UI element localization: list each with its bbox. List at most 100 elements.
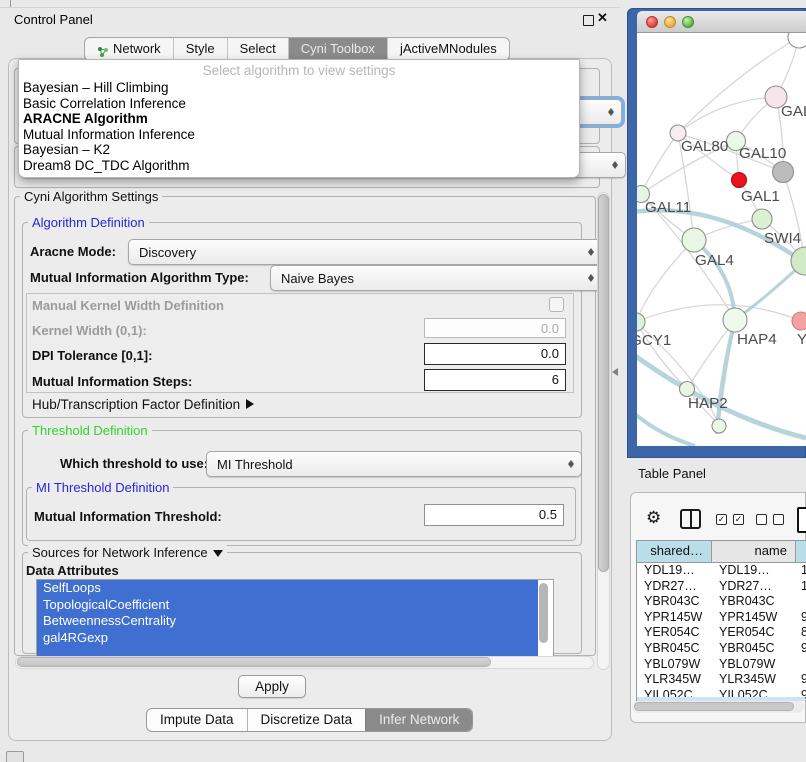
table-cell[interactable]: 8. <box>796 625 806 641</box>
algorithm-option[interactable]: ARACNE Algorithm <box>19 111 579 127</box>
manual-kernel-checkbox[interactable] <box>549 297 564 312</box>
table-panel-title: Table Panel <box>638 466 706 481</box>
mi-type-combo[interactable]: Naive Bayes <box>270 265 602 291</box>
network-node[interactable] <box>712 419 726 433</box>
table-cell[interactable]: YDR27… <box>637 579 712 595</box>
table-row[interactable]: YPR145WYPR145W9. <box>637 610 806 626</box>
table-cell[interactable]: YBR043C <box>712 594 796 610</box>
table-cell[interactable]: YDL19… <box>637 563 712 579</box>
attribute-list-scrollbar[interactable] <box>539 583 548 643</box>
bottom-left-partial-icon[interactable] <box>6 751 24 762</box>
sources-toggle[interactable]: Sources for Network Inference <box>28 545 227 560</box>
threshold-definition-title: Threshold Definition <box>28 423 152 438</box>
table-cell[interactable]: 9. <box>796 610 806 626</box>
table-cell[interactable]: YER054C <box>637 625 712 641</box>
close-traffic-light-icon[interactable] <box>646 16 658 28</box>
table-cell[interactable]: YBR045C <box>712 641 796 657</box>
dpi-tolerance-field[interactable]: 0.0 <box>424 343 566 365</box>
network-node[interactable] <box>682 228 706 252</box>
unchecked-checkbox-icon[interactable] <box>773 514 784 525</box>
table-cell[interactable] <box>796 657 806 673</box>
tab-style[interactable]: Style <box>173 38 227 60</box>
apply-button[interactable]: Apply <box>238 675 306 698</box>
which-threshold-combo[interactable]: MI Threshold <box>206 451 582 477</box>
node-label: Y <box>797 331 806 348</box>
unchecked-checkbox-icon[interactable] <box>756 514 767 525</box>
document-icon[interactable] <box>797 507 806 533</box>
data-attributes-list[interactable]: SelfLoopsTopologicalCoefficientBetweenne… <box>36 579 554 658</box>
algorithm-option[interactable]: Bayesian – K2 <box>19 142 579 158</box>
network-window-titlebar[interactable] <box>637 11 806 33</box>
table-row[interactable]: YBR043CYBR043C <box>637 594 806 610</box>
column-header-extra[interactable] <box>796 541 806 562</box>
table-hscroll-thumb[interactable] <box>634 702 794 711</box>
algorithm-option[interactable]: Bayesian – Hill Climbing <box>19 80 579 96</box>
algorithm-option[interactable]: Mutual Information Inference <box>19 127 579 143</box>
column-header-name[interactable]: name <box>712 541 796 562</box>
table-cell[interactable]: YER054C <box>712 625 796 641</box>
table-row[interactable]: YDR27…YDR27…12 <box>637 579 806 595</box>
table-cell[interactable]: 9. <box>796 672 806 688</box>
table-cell[interactable]: YDR27… <box>712 579 796 595</box>
table-row[interactable]: YBR045CYBR045C9. <box>637 641 806 657</box>
network-node[interactable] <box>732 173 747 188</box>
network-node[interactable] <box>773 162 794 183</box>
settings-vertical-scrollbar-thumb[interactable] <box>598 194 609 572</box>
network-node[interactable] <box>792 312 806 330</box>
table-cell[interactable] <box>796 594 806 610</box>
network-node[interactable] <box>788 33 806 48</box>
table-cell[interactable]: YBL079W <box>637 657 712 673</box>
combo-arrows-icon <box>587 244 596 260</box>
network-node[interactable] <box>752 209 772 229</box>
table-row[interactable]: YBL079WYBL079W <box>637 657 806 673</box>
minimize-traffic-light-icon[interactable] <box>664 16 676 28</box>
table-cell[interactable]: YLR345W <box>637 672 712 688</box>
settings-horizontal-scrollbar-thumb[interactable] <box>17 657 491 667</box>
table-cell[interactable]: YBL079W <box>712 657 796 673</box>
table-row[interactable]: YER054CYER054C8. <box>637 625 806 641</box>
tab-network[interactable]: Network <box>85 38 173 60</box>
float-panel-icon[interactable] <box>583 15 594 26</box>
mi-steps-field[interactable]: 6 <box>424 369 566 391</box>
checked-checkbox-icon[interactable]: ✓ <box>733 514 744 525</box>
mi-threshold-field[interactable]: 0.5 <box>424 504 564 526</box>
tab-select[interactable]: Select <box>227 38 288 60</box>
hub-definition-toggle[interactable]: Hub/Transcription Factor Definition <box>32 397 254 412</box>
tab-jactivemnodules[interactable]: jActiveMNodules <box>387 38 509 60</box>
table-cell[interactable]: 13 <box>796 563 806 579</box>
tab-cyni-toolbox[interactable]: Cyni Toolbox <box>288 38 387 60</box>
kernel-width-field[interactable]: 0.0 <box>424 318 566 338</box>
bottom-tab-impute-data[interactable]: Impute Data <box>147 709 247 731</box>
table-cell[interactable]: 12 <box>796 579 806 595</box>
data-attribute-item[interactable]: BetweennessCentrality <box>37 613 538 630</box>
table-cell[interactable]: YBR045C <box>637 641 712 657</box>
bottom-tab-discretize-data[interactable]: Discretize Data <box>247 709 366 731</box>
table-cell[interactable]: YPR145W <box>637 610 712 626</box>
gear-icon[interactable]: ⚙ <box>646 508 661 528</box>
node-table[interactable]: shared…name YDL19…YDL19…13YDR27…YDR27…12… <box>636 540 806 701</box>
bottom-tab-infer-network[interactable]: Infer Network <box>365 709 472 731</box>
splitter-collapse-arrow-icon[interactable] <box>612 368 618 376</box>
table-row[interactable]: YLR345WYLR345W9. <box>637 672 806 688</box>
table-cell[interactable]: YPR145W <box>712 610 796 626</box>
hub-definition-label: Hub/Transcription Factor Definition <box>32 397 240 412</box>
table-cell[interactable]: YBR043C <box>637 594 712 610</box>
algorithm-option[interactable]: Basic Correlation Inference <box>19 96 579 112</box>
split-columns-icon[interactable] <box>680 509 701 529</box>
mi-steps-label: Mutual Information Steps: <box>32 374 192 390</box>
table-row[interactable]: YDL19…YDL19…13 <box>637 563 806 579</box>
table-cell[interactable]: YDL19… <box>712 563 796 579</box>
column-header-shared[interactable]: shared… <box>637 541 712 562</box>
close-icon[interactable]: ✕ <box>597 10 608 26</box>
zoom-traffic-light-icon[interactable] <box>682 16 694 28</box>
aracne-mode-combo[interactable]: Discovery <box>128 239 602 265</box>
table-cell[interactable]: 9. <box>796 641 806 657</box>
data-attribute-item[interactable]: SelfLoops <box>37 580 538 597</box>
checked-checkbox-icon[interactable]: ✓ <box>716 514 727 525</box>
data-attribute-item[interactable]: TopologicalCoefficient <box>37 597 538 614</box>
network-canvas[interactable]: GALGAL80GAL10GAL1GAL11SWI4GAL4GCY1HAP4YH… <box>637 33 806 446</box>
network-node[interactable] <box>723 308 747 332</box>
algorithm-option[interactable]: Dream8 DC_TDC Algorithm <box>19 158 579 174</box>
data-attribute-item[interactable]: gal4RGexp <box>37 630 538 647</box>
table-cell[interactable]: YLR345W <box>712 672 796 688</box>
